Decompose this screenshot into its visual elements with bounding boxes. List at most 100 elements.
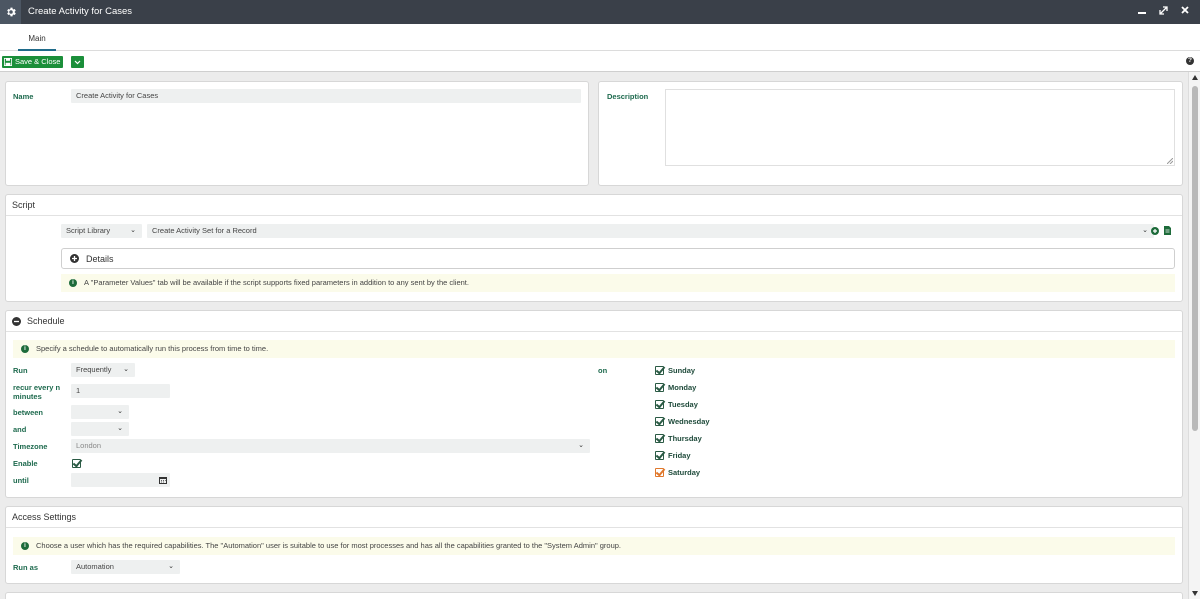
calendar-icon[interactable] [159, 476, 167, 484]
resize-handle-icon[interactable] [1167, 158, 1173, 164]
sunday-checkbox[interactable] [655, 366, 664, 375]
toolbar: Save & Close [0, 51, 1200, 72]
until-date-input[interactable] [71, 473, 170, 487]
enable-label: Enable [13, 459, 38, 468]
access-notice: i Choose a user which has the required c… [13, 537, 1175, 555]
on-label: on [598, 366, 608, 375]
chevron-down-icon: ⌄ [117, 408, 123, 415]
saturday-label: Saturday [668, 468, 701, 477]
thursday-checkbox[interactable] [655, 434, 664, 443]
schedule-title: Schedule [27, 315, 65, 326]
and-select[interactable]: ⌄ [71, 422, 129, 436]
floppy-disk-icon [4, 58, 12, 66]
timezone-label: Timezone [13, 442, 48, 451]
run-as-label: Run as [13, 563, 39, 572]
details-label: Details [86, 253, 114, 264]
tab-main[interactable]: Main [18, 24, 56, 51]
scroll-thumb[interactable] [1192, 86, 1198, 431]
monday-checkbox[interactable] [655, 383, 664, 392]
chevron-down-icon: ⌄ [117, 425, 123, 432]
day-monday[interactable]: Monday [655, 382, 696, 393]
run-as-value: Automation [76, 562, 114, 571]
schedule-header[interactable]: Schedule [6, 311, 1182, 332]
help-icon[interactable]: ? [1186, 57, 1194, 65]
description-panel: Description [598, 81, 1183, 186]
info-icon: i [21, 542, 29, 550]
run-value: Frequently [76, 365, 112, 374]
script-title: Script [12, 199, 36, 210]
enable-checkbox[interactable] [72, 459, 81, 468]
info-icon: i [69, 279, 77, 287]
wednesday-checkbox[interactable] [655, 417, 664, 426]
details-expander[interactable]: Details [61, 248, 1175, 269]
monday-label: Monday [668, 383, 697, 392]
recur-minutes-input[interactable]: 1 [71, 384, 170, 398]
close-icon[interactable] [1180, 4, 1190, 19]
description-textarea[interactable] [665, 89, 1175, 166]
script-library-value: Script Library [66, 226, 111, 235]
script-select[interactable]: Create Activity Set for a Record ⌄ [147, 224, 1154, 238]
day-friday[interactable]: Friday [655, 450, 691, 461]
run-as-select[interactable]: Automation ⌄ [71, 560, 180, 574]
minimize-icon[interactable] [1137, 4, 1147, 19]
info-icon: i [21, 345, 29, 353]
day-thursday[interactable]: Thursday [655, 433, 702, 444]
chevron-down-icon: ⌄ [578, 442, 584, 449]
title-bar: Create Activity for Cases [0, 0, 1200, 24]
description-label: Description [607, 92, 649, 101]
scroll-down-icon[interactable] [1192, 591, 1198, 596]
name-label: Name [13, 92, 34, 101]
chevron-down-icon: ⌄ [168, 563, 174, 570]
script-value: Create Activity Set for a Record [152, 226, 257, 235]
minus-circle-icon [12, 316, 21, 326]
saturday-checkbox[interactable] [655, 468, 664, 477]
vertical-scrollbar[interactable] [1188, 72, 1200, 599]
tab-bar: Main [0, 24, 1200, 51]
friday-label: Friday [668, 451, 691, 460]
day-saturday[interactable]: Saturday [655, 467, 700, 478]
chevron-down-icon: ⌄ [123, 366, 129, 373]
script-library-select[interactable]: Script Library ⌄ [61, 224, 142, 238]
tuesday-checkbox[interactable] [655, 400, 664, 409]
run-label: Run [13, 366, 28, 375]
window-title: Create Activity for Cases [28, 6, 133, 17]
next-panel [5, 592, 1183, 599]
day-sunday[interactable]: Sunday [655, 365, 695, 376]
chevron-down-icon [74, 60, 81, 64]
script-header: Script [6, 195, 1182, 216]
save-close-button[interactable]: Save & Close [2, 56, 64, 68]
between-label: between [13, 408, 44, 417]
sunday-label: Sunday [668, 366, 696, 375]
schedule-notice-text: Specify a schedule to automatically run … [36, 344, 269, 353]
save-options-dropdown[interactable] [71, 56, 84, 68]
friday-checkbox[interactable] [655, 451, 664, 460]
chevron-down-icon: ⌄ [1142, 227, 1148, 234]
plus-circle-icon [70, 254, 79, 263]
schedule-panel: Schedule i Specify a schedule to automat… [5, 310, 1183, 498]
gear-icon [0, 0, 21, 24]
script-notice: i A "Parameter Values" tab will be avail… [61, 274, 1175, 292]
document-icon[interactable] [1164, 226, 1171, 235]
until-label: until [13, 476, 29, 485]
timezone-value: London [76, 441, 102, 450]
run-select[interactable]: Frequently ⌄ [71, 363, 135, 377]
script-panel: Script Script Library ⌄ Create Activity … [5, 194, 1183, 302]
access-settings-header: Access Settings [6, 507, 1182, 528]
between-select[interactable]: ⌄ [71, 405, 129, 419]
timezone-select[interactable]: London ⌄ [71, 439, 590, 453]
script-notice-text: A "Parameter Values" tab will be availab… [84, 278, 469, 287]
access-settings-panel: Access Settings i Choose a user which ha… [5, 506, 1183, 584]
thursday-label: Thursday [668, 434, 702, 443]
scroll-up-icon[interactable] [1192, 75, 1198, 80]
name-input[interactable]: Create Activity for Cases [71, 89, 581, 103]
access-notice-text: Choose a user which has the required cap… [36, 541, 621, 550]
and-label: and [13, 425, 27, 434]
chevron-down-icon: ⌄ [130, 227, 136, 234]
tuesday-label: Tuesday [668, 400, 698, 409]
day-wednesday[interactable]: Wednesday [655, 416, 710, 427]
schedule-notice: i Specify a schedule to automatically ru… [13, 340, 1175, 358]
restore-icon[interactable] [1158, 4, 1169, 19]
add-circle-icon[interactable] [1151, 227, 1159, 235]
day-tuesday[interactable]: Tuesday [655, 399, 698, 410]
wednesday-label: Wednesday [668, 417, 710, 426]
